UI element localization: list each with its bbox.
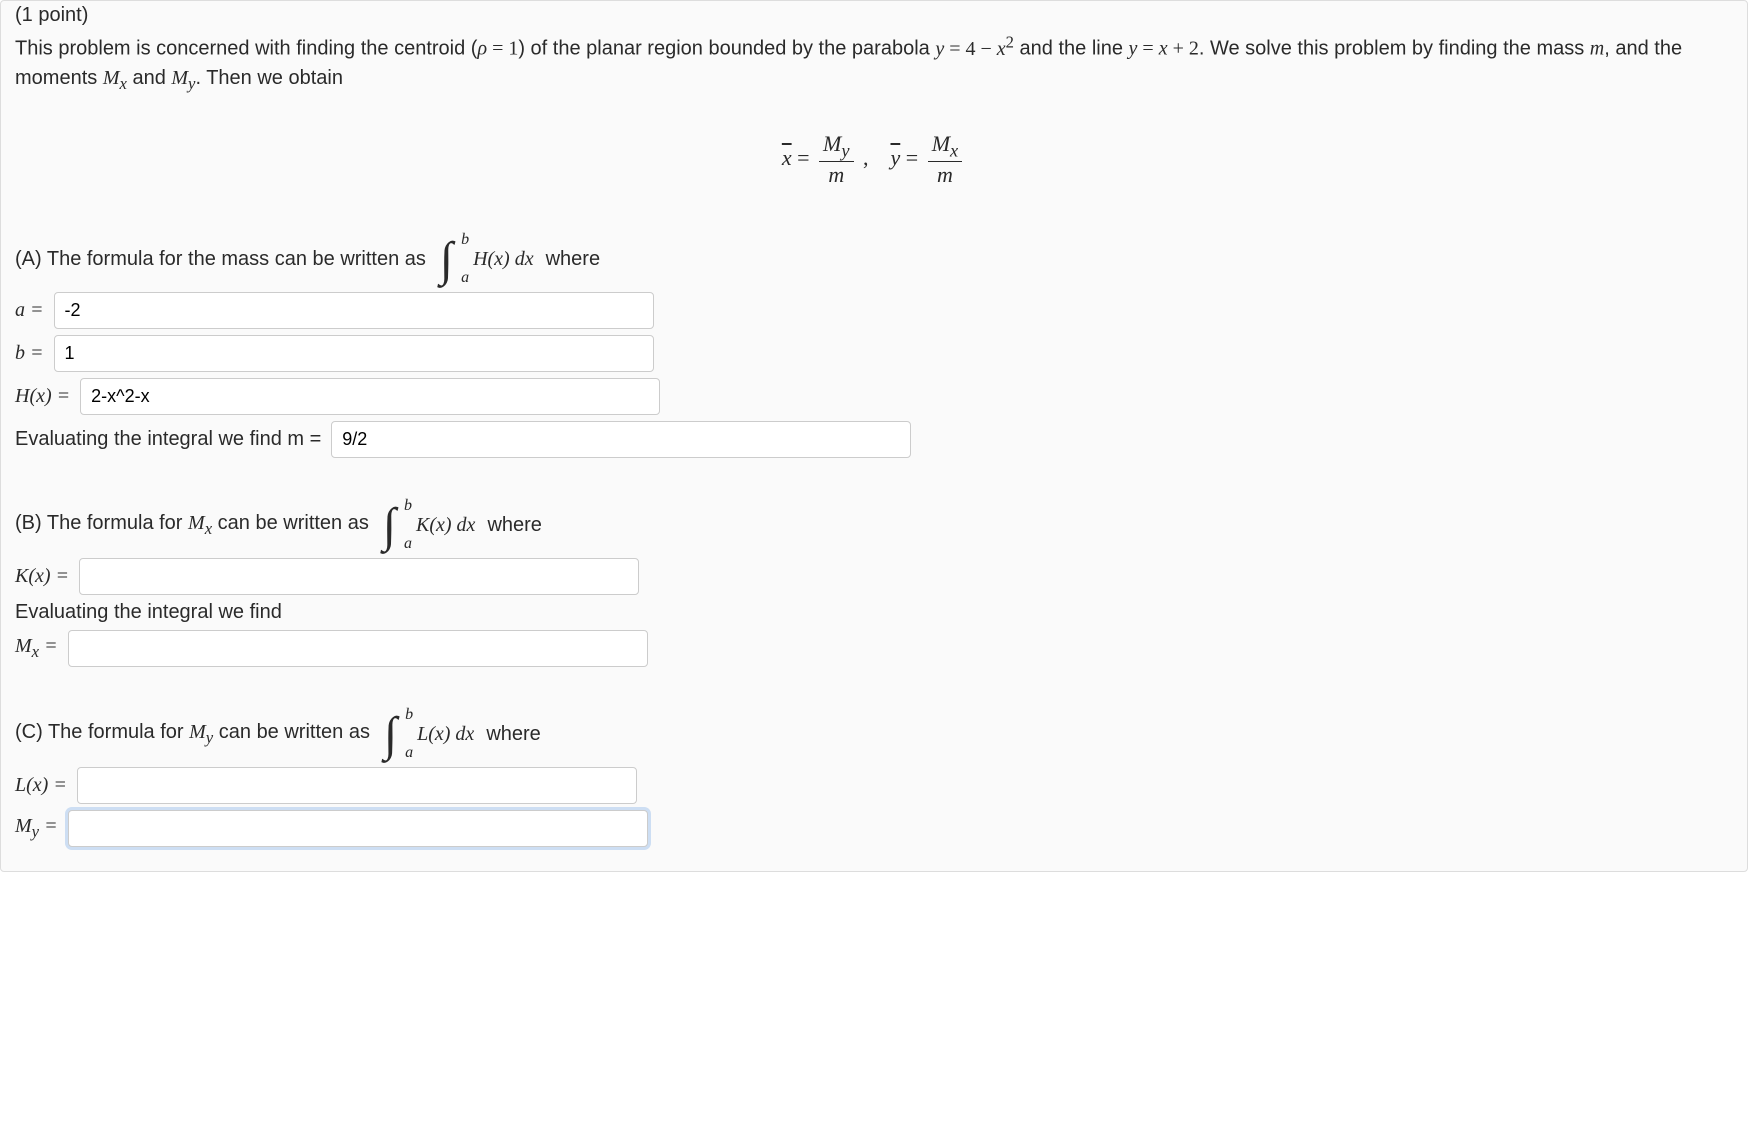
row-kx: K(x) = — [15, 558, 1733, 595]
label-eval-m: Evaluating the integral we find m = — [15, 428, 321, 451]
row-hx: H(x) = — [15, 378, 1733, 415]
input-a[interactable] — [54, 292, 654, 329]
integral-b: ∫ba K(x) dx — [381, 502, 476, 550]
integrand-b: K(x) dx — [416, 514, 475, 537]
problem-container: (1 point) This problem is concerned with… — [0, 0, 1748, 872]
integrand-c: L(x) dx — [417, 723, 474, 746]
part-c-lead: (C) The formula for My can be written as — [15, 721, 370, 748]
integral-symbol: ∫ba — [438, 236, 455, 284]
row-lx: L(x) = — [15, 767, 1733, 804]
where-a: where — [546, 248, 600, 271]
label-kx: K(x) = — [15, 565, 69, 588]
part-b-leadline: (B) The formula for Mx can be written as… — [15, 502, 1733, 550]
centroid-formula: x = Mym , y = Mxm — [15, 96, 1733, 228]
integrand-a: H(x) dx — [473, 248, 534, 271]
input-kx[interactable] — [79, 558, 639, 595]
integral-symbol: ∫ba — [382, 711, 399, 759]
row-b: b = — [15, 335, 1733, 372]
row-my: My = — [15, 810, 1733, 847]
part-c-leadline: (C) The formula for My can be written as… — [15, 711, 1733, 759]
label-my: My = — [15, 815, 58, 842]
row-m: Evaluating the integral we find m = — [15, 421, 1733, 458]
label-mx: Mx = — [15, 635, 58, 662]
row-a: a = — [15, 292, 1733, 329]
part-a-lead: (A) The formula for the mass can be writ… — [15, 248, 426, 271]
label-hx: H(x) = — [15, 385, 70, 408]
row-mx: Mx = — [15, 630, 1733, 667]
label-a: a = — [15, 299, 44, 322]
where-b: where — [487, 514, 541, 537]
part-b-lead: (B) The formula for Mx can be written as — [15, 512, 369, 539]
where-c: where — [486, 723, 540, 746]
input-my[interactable] — [68, 810, 648, 847]
points-label: (1 point) — [15, 4, 88, 26]
part-a-leadline: (A) The formula for the mass can be writ… — [15, 236, 1733, 284]
input-m[interactable] — [331, 421, 911, 458]
problem-intro: This problem is concerned with finding t… — [15, 38, 1682, 89]
eval-b-text: Evaluating the integral we find — [15, 601, 1733, 624]
integral-c: ∫ba L(x) dx — [382, 711, 474, 759]
input-b[interactable] — [54, 335, 654, 372]
integral-symbol: ∫ba — [381, 502, 398, 550]
input-mx[interactable] — [68, 630, 648, 667]
problem-header: (1 point) This problem is concerned with… — [15, 1, 1733, 96]
integral-a: ∫ba H(x) dx — [438, 236, 534, 284]
label-lx: L(x) = — [15, 774, 67, 797]
label-b: b = — [15, 342, 44, 365]
input-hx[interactable] — [80, 378, 660, 415]
input-lx[interactable] — [77, 767, 637, 804]
